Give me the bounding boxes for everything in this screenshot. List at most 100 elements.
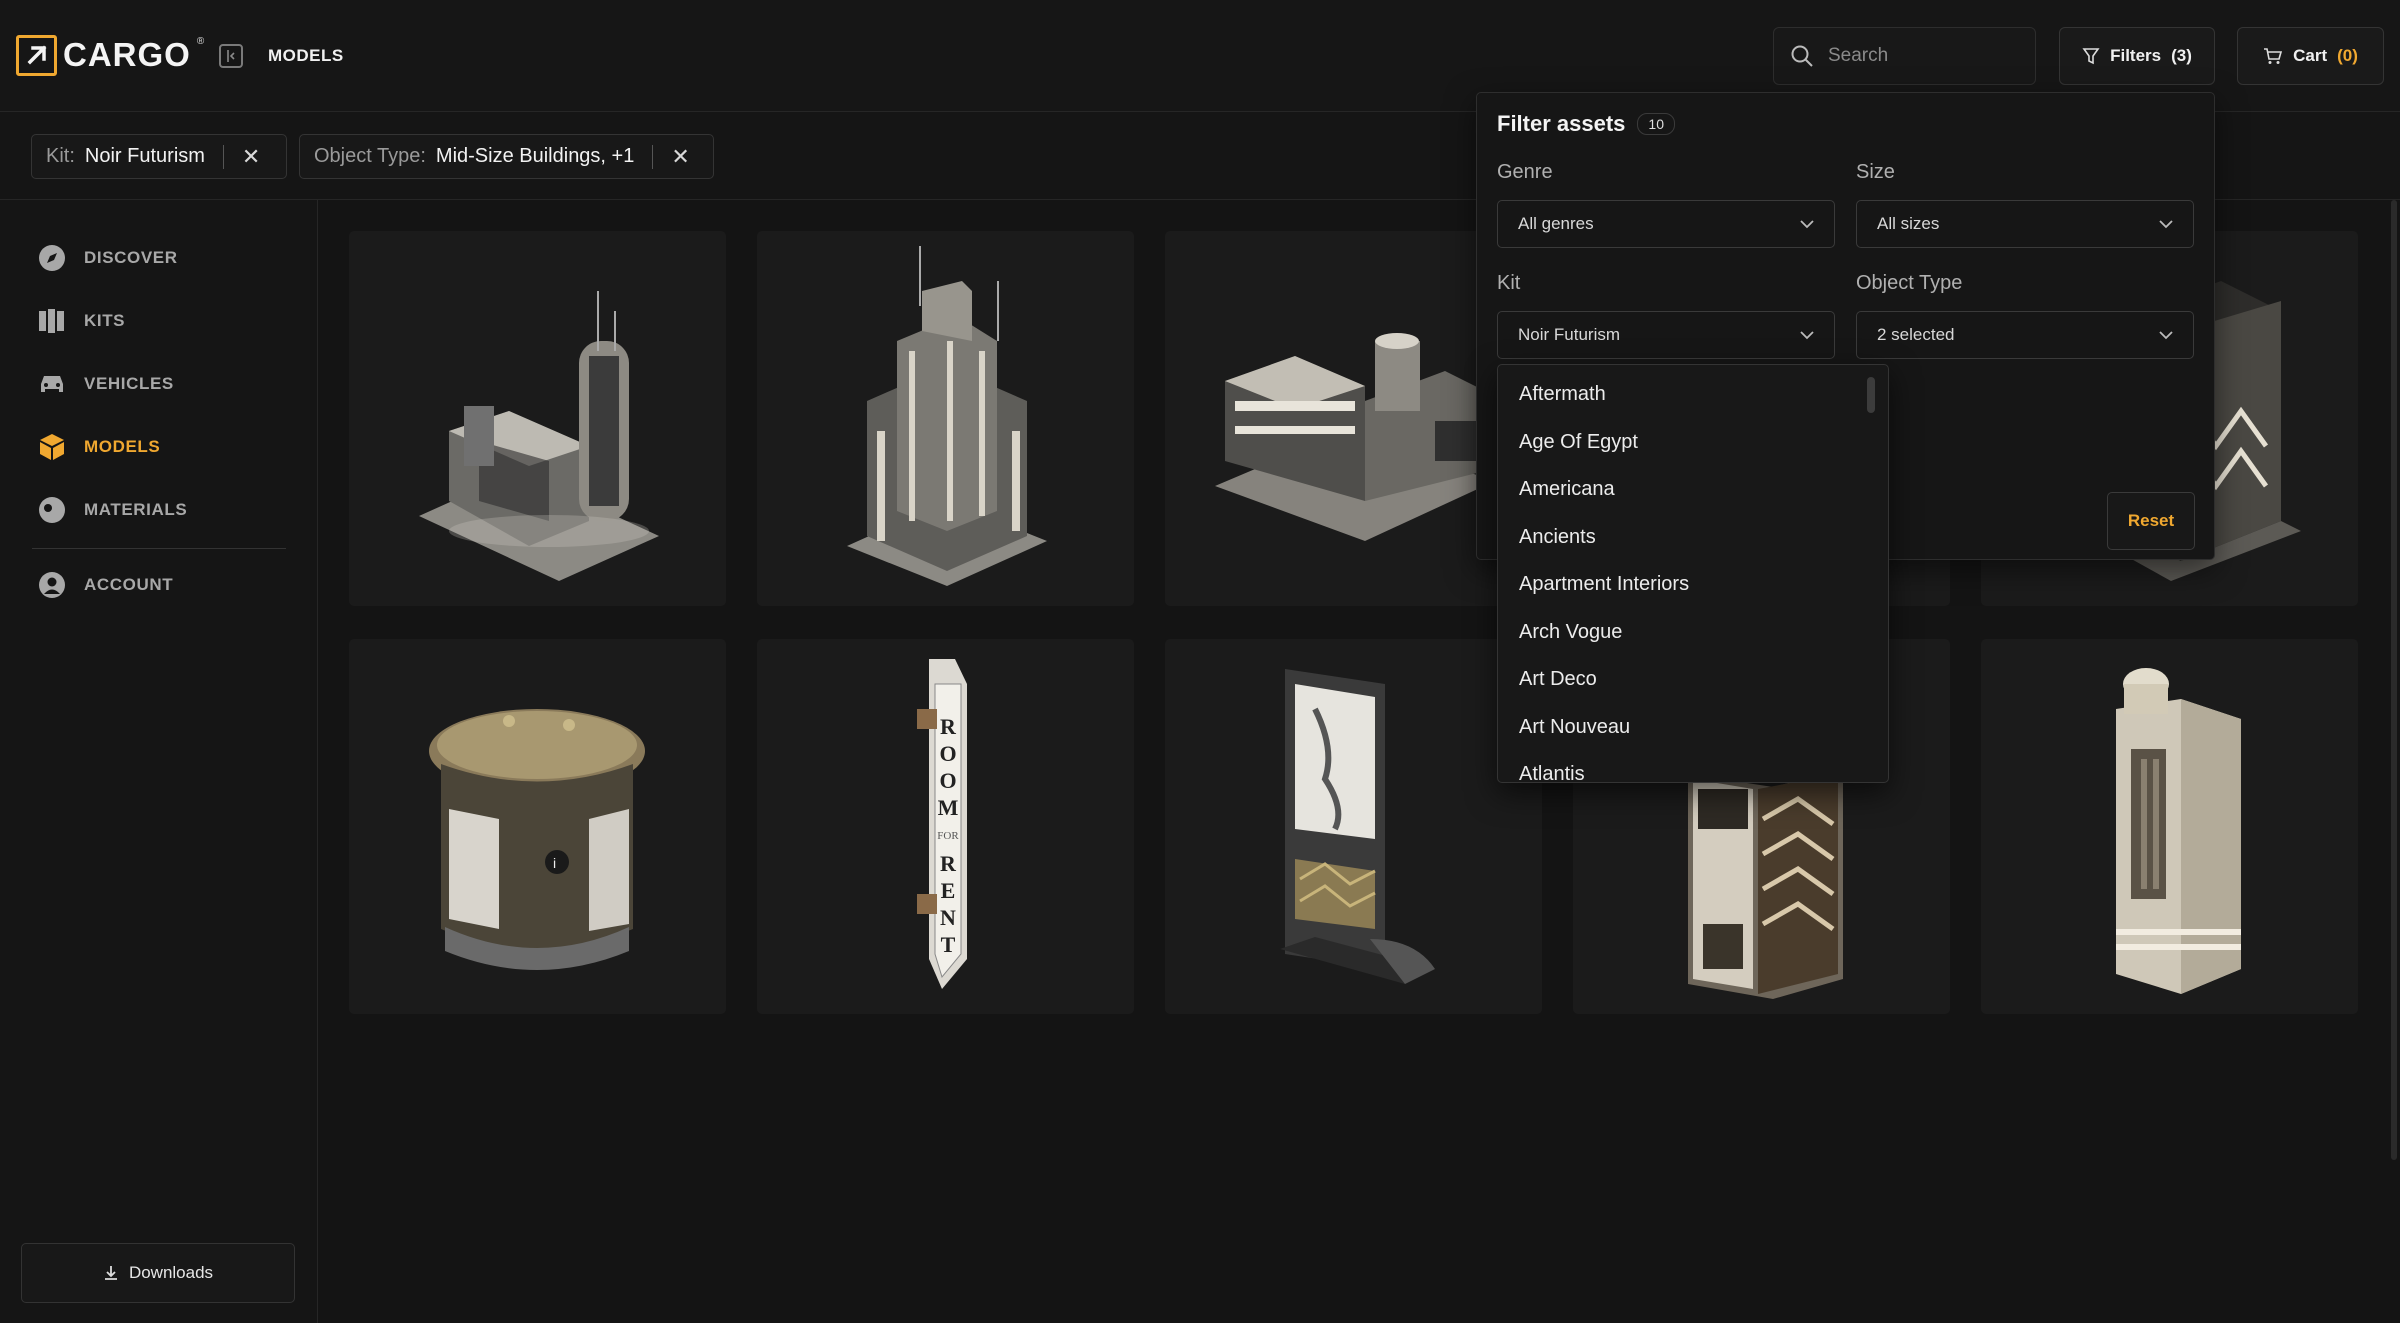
svg-text:T: T xyxy=(941,932,956,957)
room-for-rent-sign-thumbnail: R O O M FOR R E N T xyxy=(917,659,967,989)
chevron-down-icon xyxy=(1800,220,1814,229)
sidebar-item-vehicles[interactable]: VEHICLES xyxy=(38,368,174,400)
object-type-filter-chip[interactable]: Object Type: Mid-Size Buildings, +1 ✕ xyxy=(299,134,714,179)
sidebar-item-kits[interactable]: KITS xyxy=(38,305,125,337)
map-display-thumbnail xyxy=(1280,669,1435,984)
chevron-down-icon xyxy=(1800,331,1814,340)
sidebar-item-account[interactable]: ACCOUNT xyxy=(38,569,173,601)
car-icon xyxy=(38,370,66,398)
kit-label: Kit xyxy=(1497,272,1521,294)
svg-text:E: E xyxy=(941,878,956,903)
search-box[interactable] xyxy=(1773,27,2036,85)
user-icon xyxy=(38,571,66,599)
sidebar-item-label: MODELS xyxy=(84,437,161,456)
downloads-button[interactable]: Downloads xyxy=(21,1243,295,1303)
genre-value: All genres xyxy=(1518,214,1594,233)
cart-button[interactable]: Cart (0) xyxy=(2237,27,2384,85)
chevron-down-icon xyxy=(2159,331,2173,340)
breadcrumb: MODELS xyxy=(268,46,344,65)
brand-name: CARGO xyxy=(63,36,191,73)
kit-option[interactable]: Art Nouveau xyxy=(1519,716,1630,739)
svg-text:i: i xyxy=(553,855,556,871)
kit-option[interactable]: Ancients xyxy=(1519,526,1596,549)
registered-mark: ® xyxy=(196,36,205,47)
object-type-label: Object Type xyxy=(1856,272,1963,294)
svg-text:N: N xyxy=(940,905,956,930)
size-select[interactable]: All sizes xyxy=(1856,200,2194,248)
compass-icon xyxy=(38,244,66,272)
kits-icon xyxy=(38,307,66,335)
sidebar-item-label: KITS xyxy=(84,311,126,330)
size-label: Size xyxy=(1856,161,1895,183)
downloads-label: Downloads xyxy=(128,1263,214,1282)
cart-icon xyxy=(2264,48,2283,64)
cart-label: Cart xyxy=(2293,46,2328,65)
model-card-kiosk[interactable]: i xyxy=(349,639,726,1014)
chip-value: Mid-Size Buildings, +1 xyxy=(435,145,635,167)
deco-pillar-thumbnail xyxy=(2116,668,2241,994)
cargo-logo[interactable]: CARGO ® xyxy=(16,34,204,76)
svg-text:O: O xyxy=(939,768,956,793)
filter-panel-title: Filter assets 10 xyxy=(1497,111,1675,137)
object-type-value: 2 selected xyxy=(1877,325,1955,344)
kit-option[interactable]: Atlantis xyxy=(1519,763,1585,782)
chip-key: Object Type: xyxy=(314,145,426,167)
model-card-map-display[interactable] xyxy=(1165,639,1542,1014)
kiosk-thumbnail: i xyxy=(429,709,645,970)
kit-filter-chip[interactable]: Kit: Noir Futurism ✕ xyxy=(31,134,287,179)
search-icon xyxy=(1791,45,1813,67)
sidebar-item-label: DISCOVER xyxy=(84,248,178,267)
model-card-deco-pillar[interactable] xyxy=(1981,639,2358,1014)
remove-kit-filter-icon[interactable]: ✕ xyxy=(242,145,260,168)
arrow-logo-icon xyxy=(16,34,57,76)
sphere-icon xyxy=(38,496,66,524)
page-scrollbar[interactable] xyxy=(2391,200,2397,1160)
size-value: All sizes xyxy=(1877,214,1940,233)
sign-text: R xyxy=(940,714,957,739)
sidebar-item-label: MATERIALS xyxy=(84,500,188,519)
sidebar-item-discover[interactable]: DISCOVER xyxy=(38,242,178,274)
download-icon xyxy=(104,1266,117,1280)
filter-title-text: Filter assets xyxy=(1497,111,1626,136)
tower-complex-thumbnail xyxy=(419,291,659,581)
chip-value: Noir Futurism xyxy=(84,145,205,167)
kit-value: Noir Futurism xyxy=(1518,325,1621,344)
sidebar: DISCOVER KITS VEHICLES MODELS MATERIALS … xyxy=(0,200,318,1323)
kit-option[interactable]: Americana xyxy=(1519,478,1615,501)
reset-button[interactable]: Reset xyxy=(2107,492,2195,550)
kit-option[interactable]: Age Of Egypt xyxy=(1519,431,1638,454)
deco-skyscraper-thumbnail xyxy=(847,246,1047,586)
svg-text:M: M xyxy=(938,795,959,820)
object-type-select[interactable]: 2 selected xyxy=(1856,311,2194,359)
filter-icon xyxy=(2082,48,2100,65)
filters-label: Filters xyxy=(2110,46,2162,65)
chip-divider xyxy=(222,144,224,169)
kit-option[interactable]: Art Deco xyxy=(1519,668,1597,691)
model-card-tower-complex[interactable] xyxy=(349,231,726,606)
genre-label: Genre xyxy=(1497,161,1553,183)
sidebar-item-models[interactable]: MODELS xyxy=(38,431,160,463)
cart-count: (0) xyxy=(2337,46,2358,65)
dropdown-scrollbar[interactable] xyxy=(1867,377,1875,413)
sidebar-item-label: ACCOUNT xyxy=(84,575,174,594)
kit-option[interactable]: Arch Vogue xyxy=(1519,621,1622,644)
svg-text:O: O xyxy=(939,741,956,766)
chevron-down-icon xyxy=(2159,220,2173,229)
genre-select[interactable]: All genres xyxy=(1497,200,1835,248)
chip-divider xyxy=(652,144,654,169)
kit-select[interactable]: Noir Futurism xyxy=(1497,311,1835,359)
remove-object-type-filter-icon[interactable]: ✕ xyxy=(671,145,689,168)
kit-dropdown-list[interactable]: Aftermath Age Of Egypt Americana Ancient… xyxy=(1497,364,1889,783)
kit-option[interactable]: Apartment Interiors xyxy=(1519,573,1689,596)
sidebar-toggle-icon[interactable] xyxy=(219,44,243,68)
model-card-room-for-rent-sign[interactable]: R O O M FOR R E N T xyxy=(757,639,1134,1014)
svg-text:FOR: FOR xyxy=(937,830,959,842)
filter-count-badge: 10 xyxy=(1637,113,1675,135)
filters-button[interactable]: Filters (3) xyxy=(2059,27,2215,85)
search-input[interactable] xyxy=(1828,45,2008,67)
sidebar-item-materials[interactable]: MATERIALS xyxy=(38,494,187,526)
model-card-deco-skyscraper[interactable] xyxy=(757,231,1134,606)
sidebar-divider xyxy=(32,548,286,549)
kit-option[interactable]: Aftermath xyxy=(1519,383,1606,406)
cube-icon xyxy=(38,433,66,461)
